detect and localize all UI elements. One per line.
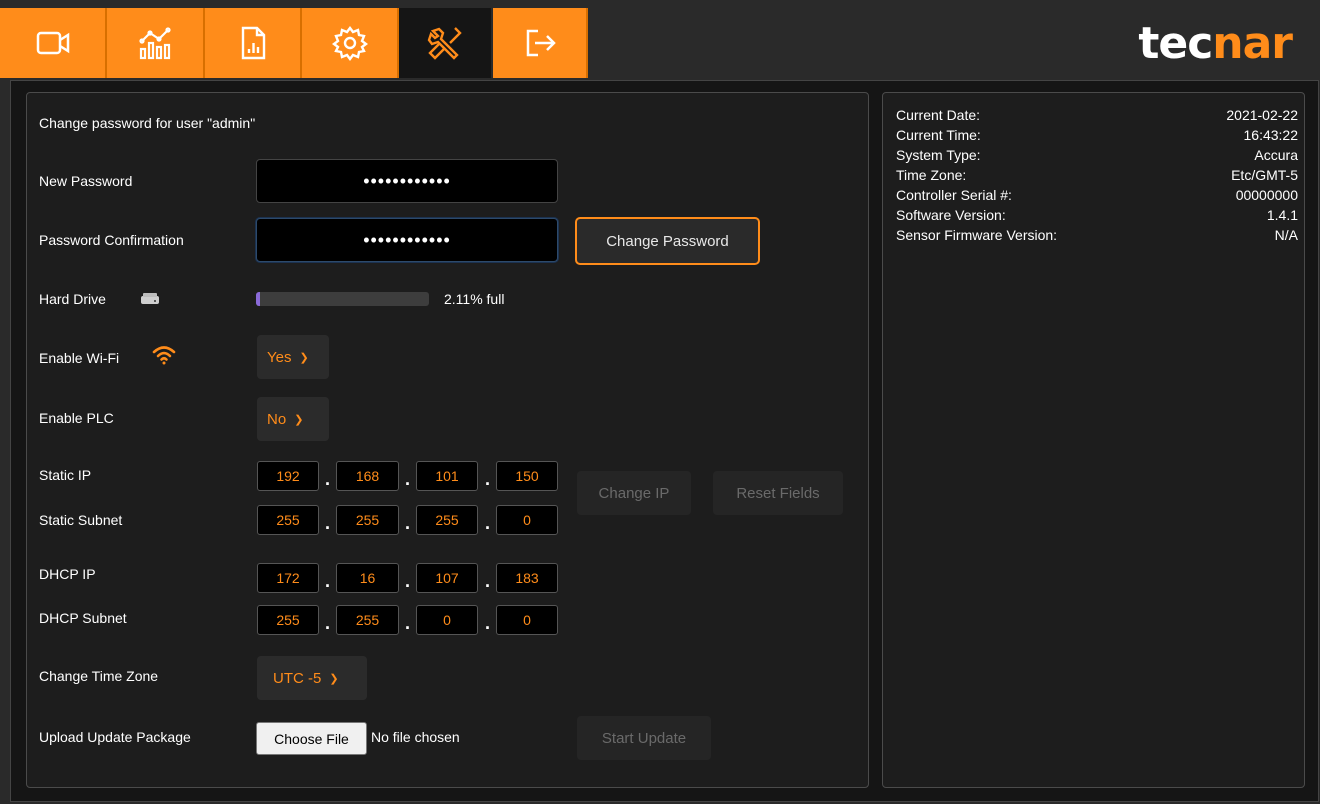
- info-key: System Type:: [896, 147, 981, 163]
- static-ip-label: Static IP: [39, 467, 92, 483]
- wifi-select[interactable]: Yes ❯: [257, 335, 329, 379]
- logo-accent-text: nar: [1212, 18, 1293, 69]
- ip-separator: .: [325, 513, 331, 533]
- no-file-chosen-text: No file chosen: [371, 729, 460, 745]
- reset-fields-button[interactable]: Reset Fields: [713, 471, 843, 515]
- tab-analytics[interactable]: [107, 8, 205, 78]
- timezone-select-value: UTC -5: [273, 669, 322, 687]
- change-password-button[interactable]: Change Password: [575, 217, 760, 265]
- dhcp-subnet-label: DHCP Subnet: [39, 610, 127, 626]
- hard-drive-progress-fill: [256, 292, 260, 306]
- ip-separator: .: [485, 613, 491, 633]
- info-value: 00000000: [1235, 187, 1298, 203]
- dhcp-ip-octet-4: 183: [496, 563, 558, 593]
- ip-separator: .: [405, 513, 411, 533]
- new-password-input[interactable]: ••••••••••••: [256, 159, 558, 203]
- gear-icon: [331, 26, 368, 61]
- wifi-select-value: Yes: [267, 348, 292, 366]
- hard-drive-icon: [141, 293, 159, 304]
- static-subnet-octet-3[interactable]: 255: [416, 505, 478, 535]
- info-key: Controller Serial #:: [896, 187, 1012, 203]
- info-key: Time Zone:: [896, 167, 967, 183]
- ip-separator: .: [485, 469, 491, 489]
- ip-separator: .: [485, 513, 491, 533]
- info-key: Current Time:: [896, 127, 981, 143]
- static-subnet-label: Static Subnet: [39, 512, 123, 528]
- info-key: Software Version:: [896, 207, 1006, 223]
- chevron-down-icon: ❯: [329, 672, 339, 685]
- static-ip-octet-3[interactable]: 101: [416, 461, 478, 491]
- ip-separator: .: [405, 613, 411, 633]
- tab-settings[interactable]: [302, 8, 399, 78]
- logout-icon: [526, 29, 556, 57]
- tab-logout[interactable]: [493, 8, 588, 78]
- timezone-select[interactable]: UTC -5 ❯: [257, 656, 367, 700]
- wifi-label: Enable Wi-Fi: [39, 350, 120, 366]
- password-heading: Change password for user "admin": [39, 115, 256, 131]
- static-ip-octet-1[interactable]: 192: [257, 461, 319, 491]
- new-password-label: New Password: [39, 173, 133, 189]
- info-value: 1.4.1: [1266, 207, 1298, 223]
- timezone-label: Change Time Zone: [39, 668, 159, 684]
- dhcp-ip-octet-3: 107: [416, 563, 478, 593]
- password-confirmation-input[interactable]: ••••••••••••: [256, 218, 558, 262]
- change-ip-button[interactable]: Change IP: [577, 471, 691, 515]
- static-subnet-octet-2[interactable]: 255: [336, 505, 399, 535]
- dhcp-subnet-octet-4: 0: [496, 605, 558, 635]
- ip-separator: .: [325, 469, 331, 489]
- top-nav-bar: tecnar: [0, 8, 1320, 78]
- static-subnet-octet-4[interactable]: 0: [496, 505, 558, 535]
- static-ip-octet-4[interactable]: 150: [496, 461, 558, 491]
- hard-drive-usage-text: 2.11% full: [444, 291, 505, 307]
- tab-tools[interactable]: [399, 8, 493, 78]
- dhcp-subnet-octet-2: 255: [336, 605, 399, 635]
- tools-icon: [427, 27, 462, 60]
- ip-separator: .: [405, 571, 411, 591]
- ip-separator: .: [325, 613, 331, 633]
- info-value: Etc/GMT-5: [1231, 167, 1298, 183]
- ip-separator: .: [405, 469, 411, 489]
- plc-select[interactable]: No ❯: [257, 397, 329, 441]
- info-value: 16:43:22: [1243, 127, 1299, 143]
- logo-text: tec: [1138, 18, 1213, 69]
- dhcp-ip-octet-2: 16: [336, 563, 399, 593]
- tab-video[interactable]: [0, 8, 107, 78]
- info-value: 2021-02-22: [1226, 107, 1298, 123]
- chevron-down-icon: ❯: [299, 351, 309, 364]
- choose-file-button[interactable]: Choose File: [256, 722, 367, 755]
- ip-separator: .: [485, 571, 491, 591]
- hard-drive-progress-bar: [256, 292, 429, 306]
- plc-select-value: No: [267, 410, 287, 428]
- info-key: Current Date:: [896, 107, 981, 123]
- plc-label: Enable PLC: [39, 410, 114, 426]
- info-value: N/A: [1274, 227, 1298, 243]
- static-subnet-octet-1[interactable]: 255: [257, 505, 319, 535]
- tecnar-logo: tecnar: [1138, 18, 1293, 69]
- wifi-icon: [152, 346, 176, 365]
- dhcp-subnet-octet-1: 255: [257, 605, 319, 635]
- chevron-down-icon: ❯: [294, 413, 304, 426]
- upload-label: Upload Update Package: [39, 729, 191, 745]
- password-confirmation-label: Password Confirmation: [39, 232, 184, 248]
- dhcp-ip-octet-1: 172: [257, 563, 319, 593]
- report-document-icon: [241, 26, 265, 60]
- video-camera-icon: [36, 31, 69, 55]
- static-ip-octet-2[interactable]: 168: [336, 461, 399, 491]
- hard-drive-label: Hard Drive: [39, 291, 106, 307]
- start-update-button[interactable]: Start Update: [577, 716, 711, 760]
- info-key: Sensor Firmware Version:: [896, 227, 1058, 243]
- dhcp-ip-label: DHCP IP: [39, 566, 96, 582]
- info-value: Accura: [1254, 147, 1298, 163]
- tab-reports[interactable]: [205, 8, 302, 78]
- chart-analytics-icon: [139, 27, 171, 60]
- dhcp-subnet-octet-3: 0: [416, 605, 478, 635]
- ip-separator: .: [325, 571, 331, 591]
